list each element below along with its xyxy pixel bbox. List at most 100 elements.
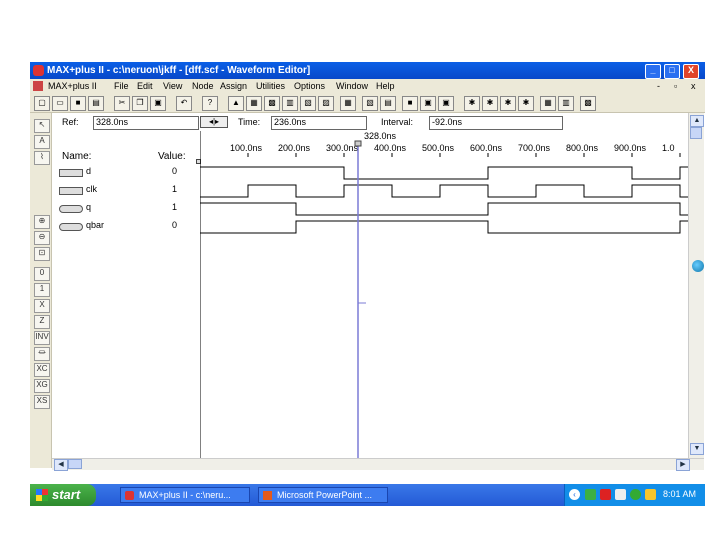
scroll-right-icon[interactable]: ▶: [676, 459, 690, 471]
clock-time[interactable]: 8:01 AM: [663, 489, 696, 499]
interval-field[interactable]: -92.0ns: [429, 116, 563, 130]
menu-utilities[interactable]: Utilities: [256, 81, 285, 91]
save-icon[interactable]: ■: [70, 96, 86, 111]
simulator-icon[interactable]: ▧: [300, 96, 316, 111]
maximize-button[interactable]: □: [664, 64, 680, 79]
forcing-high-icon[interactable]: 1: [34, 283, 50, 297]
scroll-down-icon[interactable]: ▼: [690, 443, 704, 455]
signal-row[interactable]: qbar 0: [52, 217, 200, 235]
project-simulate-icon[interactable]: ▣: [438, 96, 454, 111]
find-prev-icon[interactable]: ✱: [500, 96, 516, 111]
taskbar: start MAX+plus II - c:\neru... Microsoft…: [30, 484, 705, 506]
paste-icon[interactable]: ▣: [150, 96, 166, 111]
start-button[interactable]: start: [30, 484, 96, 506]
waveform-edit-tool-icon[interactable]: ⌇: [34, 151, 50, 165]
volume-icon[interactable]: [615, 489, 626, 500]
project-save-icon[interactable]: ■: [402, 96, 418, 111]
hierarchy-up-icon[interactable]: ▲: [228, 96, 244, 111]
project-compile-icon[interactable]: ▣: [420, 96, 436, 111]
scroll-left-icon[interactable]: ◀: [54, 459, 68, 471]
overwrite-group-value-icon[interactable]: XG: [34, 379, 50, 393]
print-icon[interactable]: ▤: [88, 96, 104, 111]
high-impedance-icon[interactable]: Z: [34, 315, 50, 329]
scroll-up-icon[interactable]: ▲: [690, 115, 704, 127]
minimize-button[interactable]: _: [645, 64, 661, 79]
waveform-d[interactable]: [200, 166, 688, 180]
menu-node[interactable]: Node: [192, 81, 214, 91]
new-file-icon[interactable]: ▢: [34, 96, 50, 111]
floorplan-icon[interactable]: ▩: [264, 96, 280, 111]
programmer-icon[interactable]: ▦: [340, 96, 356, 111]
overwrite-group-icon[interactable]: ▦: [540, 96, 556, 111]
vertical-scrollbar[interactable]: ▲ ▼: [688, 113, 704, 458]
time-tick-label: 700.0ns: [518, 143, 551, 153]
antivirus-icon[interactable]: [630, 489, 641, 500]
copy-icon[interactable]: ❐: [132, 96, 148, 111]
update-icon[interactable]: [645, 489, 656, 500]
menu-window[interactable]: Window: [336, 81, 368, 91]
find-node-icon[interactable]: ✱: [464, 96, 480, 111]
security-icon[interactable]: [600, 489, 611, 500]
compiler-icon[interactable]: ▥: [282, 96, 298, 111]
hierarchy-display-icon[interactable]: ▦: [246, 96, 262, 111]
overwrite-count-icon[interactable]: XC: [34, 363, 50, 377]
mdi-minimize-button[interactable]: -: [657, 81, 660, 91]
undo-icon[interactable]: ↶: [176, 96, 192, 111]
invert-icon[interactable]: INV: [34, 331, 50, 345]
open-graphic-icon[interactable]: ▧: [362, 96, 378, 111]
ref-cursor-handle[interactable]: [354, 140, 362, 147]
back-arrow-icon[interactable]: ‹: [569, 489, 580, 500]
mdi-close-button[interactable]: x: [691, 81, 696, 91]
signal-row[interactable]: q 1: [52, 199, 200, 217]
cut-icon[interactable]: ✂: [114, 96, 130, 111]
horizontal-scrollbar[interactable]: ◀ ▶: [52, 458, 704, 471]
selection-tool-icon[interactable]: ↖: [34, 119, 50, 133]
menu-assign[interactable]: Assign: [220, 81, 247, 91]
grid-icon[interactable]: ▩: [580, 96, 596, 111]
overwrite-clock-icon[interactable]: ⏛: [34, 347, 50, 361]
timing-analyzer-icon[interactable]: ▨: [318, 96, 334, 111]
window-title: MAX+plus II - c:\neruon\jkff - [dff.scf …: [47, 65, 311, 76]
scroll-thumb[interactable]: [68, 459, 82, 469]
signal-value: 0: [172, 166, 178, 176]
open-text-icon[interactable]: ▤: [380, 96, 396, 111]
time-field[interactable]: 236.0ns: [271, 116, 367, 130]
forcing-unknown-icon[interactable]: X: [34, 299, 50, 313]
open-folder-icon[interactable]: ▭: [52, 96, 68, 111]
forcing-low-icon[interactable]: 0: [34, 267, 50, 281]
toolbar: ▢ ▭ ■ ▤ ✂ ❐ ▣ ↶ ? ▲ ▦ ▩ ▥ ▧ ▨ ▦ ▧ ▤ ■ ▣ …: [30, 93, 705, 113]
task-maxplus[interactable]: MAX+plus II - c:\neru...: [120, 487, 250, 503]
mdi-restore-button[interactable]: ▫: [674, 81, 677, 91]
menu-view[interactable]: View: [163, 81, 182, 91]
zoom-in-icon[interactable]: ⊕: [34, 215, 50, 229]
scroll-thumb[interactable]: [690, 127, 702, 139]
app-icon[interactable]: [33, 65, 44, 76]
signal-row[interactable]: d 0: [52, 163, 200, 181]
waveform-canvas[interactable]: 100.0ns 200.0ns 300.0ns 400.0ns 500.0ns 600.0…: [200, 131, 688, 458]
signal-row[interactable]: clk 1: [52, 181, 200, 199]
doc-icon[interactable]: [33, 81, 43, 91]
menu-maxplus[interactable]: MAX+plus II: [48, 81, 97, 91]
menu-edit[interactable]: Edit: [137, 81, 153, 91]
menu-options[interactable]: Options: [294, 81, 325, 91]
overwrite-bus-icon[interactable]: ▥: [558, 96, 574, 111]
task-powerpoint[interactable]: Microsoft PowerPoint ...: [258, 487, 388, 503]
snap-to-grid-icon[interactable]: XS: [34, 395, 50, 409]
waveform-qbar[interactable]: [200, 220, 688, 234]
ref-step-buttons[interactable]: ◂|▸: [200, 116, 228, 128]
zoom-out-icon[interactable]: ⊖: [34, 231, 50, 245]
ref-time-field[interactable]: 328.0ns: [93, 116, 199, 130]
find-icon[interactable]: ✱: [518, 96, 534, 111]
menu-file[interactable]: File: [114, 81, 129, 91]
find-next-icon[interactable]: ✱: [482, 96, 498, 111]
text-tool-icon[interactable]: A: [34, 135, 50, 149]
waveform-q[interactable]: [200, 202, 688, 216]
waveform-clk[interactable]: [200, 184, 688, 198]
fit-window-icon[interactable]: ⊡: [34, 247, 50, 261]
task-label: Microsoft PowerPoint ...: [277, 490, 373, 500]
context-help-icon[interactable]: ?: [202, 96, 218, 111]
menu-help[interactable]: Help: [376, 81, 395, 91]
tool-palette: ↖ A ⌇ ⊕ ⊖ ⊡ 0 1 X Z INV ⏛ XC XG XS: [30, 113, 52, 468]
close-button[interactable]: X: [683, 64, 699, 79]
network-icon[interactable]: [585, 489, 596, 500]
